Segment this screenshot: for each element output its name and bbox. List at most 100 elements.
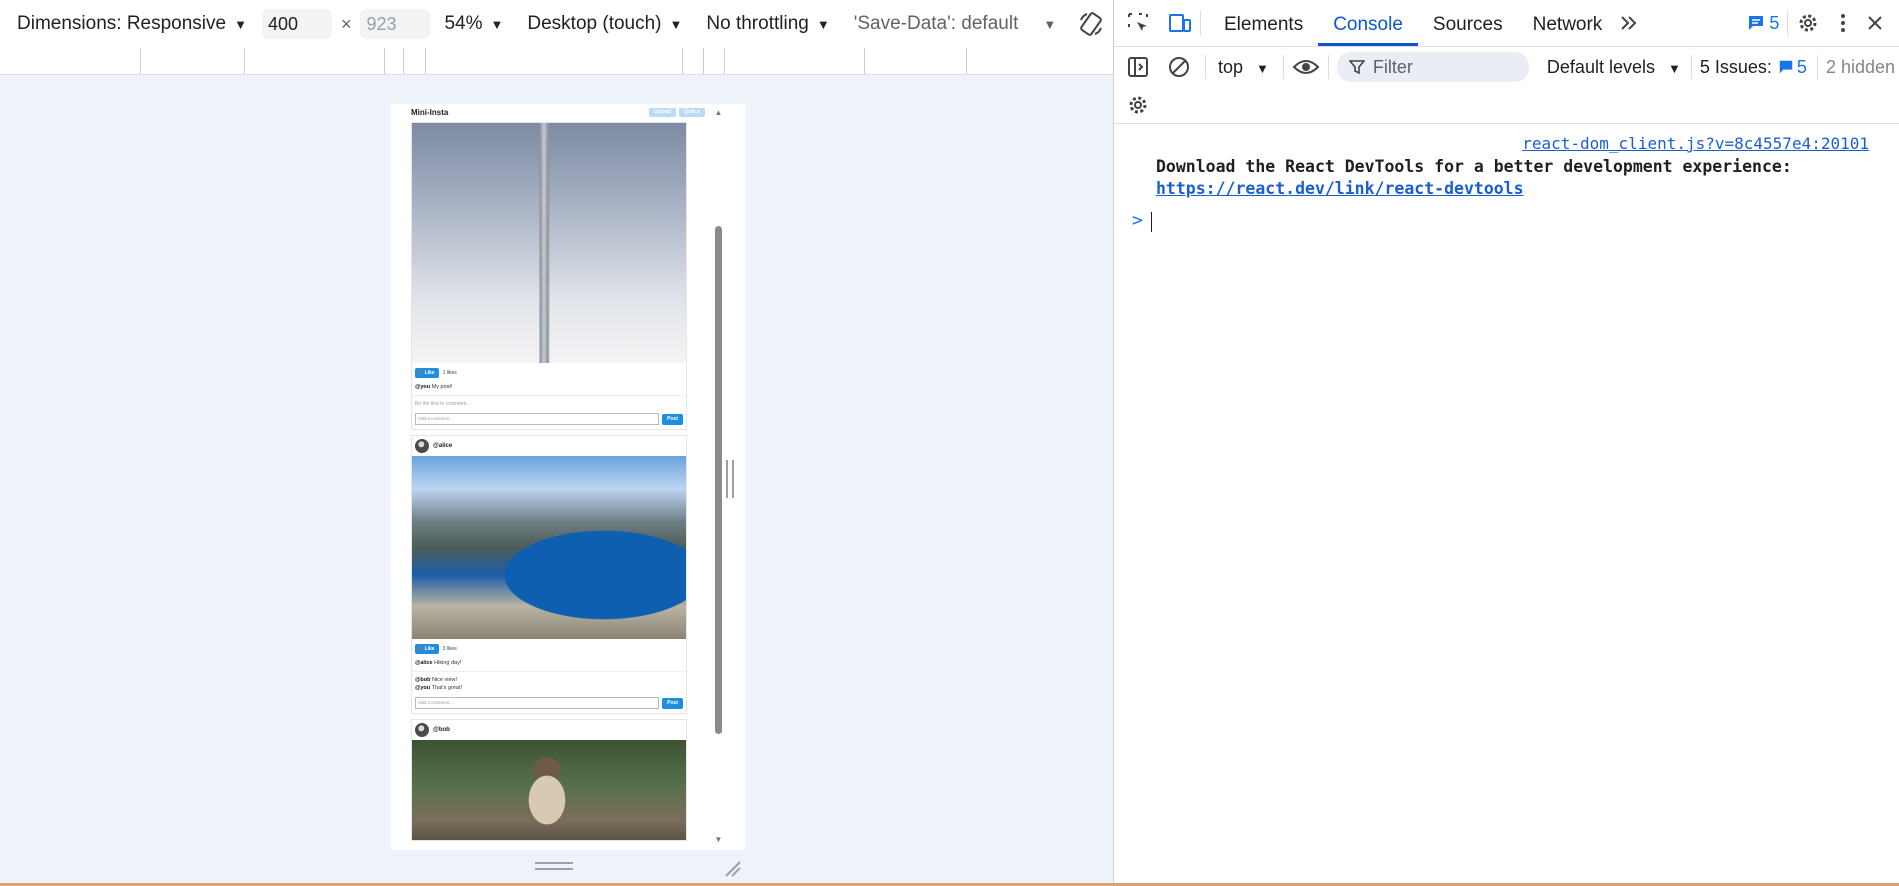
heart-icon: ♥ <box>419 646 423 652</box>
resize-handle-bottom[interactable] <box>535 862 573 870</box>
devtools-panel: Elements Console Sources Network 5 top ▼… <box>1113 0 1899 883</box>
console-toolbar: top ▼ Filter Default levels ▼ 5 Issues: … <box>1114 47 1899 87</box>
comment-input[interactable]: Add a comment... <box>415 413 660 425</box>
clear-console-icon[interactable] <box>1167 55 1191 79</box>
zoom-label: 54% <box>444 13 483 34</box>
user-button[interactable]: @alice <box>679 108 705 117</box>
comment: @bob Nice view! <box>412 676 686 684</box>
post-photo <box>412 456 686 639</box>
empty-comments-text: Be the first to comment. <box>415 401 468 407</box>
console-prompt-icon: > <box>1132 210 1143 231</box>
device-emulation-pane: Dimensions: Responsive ▼ 400 × 923 54% ▼… <box>0 0 1140 883</box>
react-devtools-link[interactable]: https://react.dev/link/react-devtools <box>1156 179 1524 198</box>
divider <box>412 395 686 396</box>
device-type-caret-icon: ▼ <box>669 16 683 32</box>
zoom-dropdown[interactable]: 54% ▼ <box>444 13 503 35</box>
settings-gear-icon[interactable] <box>1796 11 1820 35</box>
console-input-cursor[interactable] <box>1151 212 1152 232</box>
customize-more-icon[interactable] <box>1840 12 1846 34</box>
comment-form: Add a comment... Post <box>412 408 686 429</box>
rotate-icon[interactable] <box>1078 11 1104 37</box>
height-input[interactable]: 923 <box>360 9 431 39</box>
dimensions-dropdown[interactable]: Dimensions: Responsive ▼ <box>17 13 247 35</box>
like-label: Like <box>424 370 435 376</box>
comment-text: That's great! <box>431 685 462 691</box>
like-count: 1 likes <box>442 370 457 376</box>
console-message: Download the React DevTools for a better… <box>1156 156 1792 200</box>
issues-chat-icon <box>1779 60 1793 74</box>
hidden-count: 2 hidden <box>1825 56 1896 77</box>
caption-text: Hiking day! <box>434 660 462 666</box>
app-header: Mini-Insta Upload @alice <box>411 104 705 121</box>
save-data-dropdown[interactable]: 'Save-Data': default ▼ <box>854 13 1057 35</box>
log-levels-dropdown[interactable]: Default levels ▼ <box>1547 57 1681 78</box>
throttling-caret-icon: ▼ <box>816 16 830 32</box>
message-text: Download the React DevTools for a better… <box>1156 157 1792 176</box>
issues-link[interactable]: 5 Issues: 5 <box>1700 57 1807 78</box>
caption-username: @you <box>415 384 431 390</box>
close-devtools-icon[interactable] <box>1866 14 1884 32</box>
sidebar-toggle-icon[interactable] <box>1126 55 1150 79</box>
avatar[interactable] <box>415 439 429 453</box>
post-comment-button[interactable]: Post <box>662 413 683 425</box>
tab-sources[interactable]: Sources <box>1418 0 1518 46</box>
message-source-link[interactable]: react-dom_client.js?v=8c4557e4:20101 <box>1522 134 1869 153</box>
zoom-caret-icon: ▼ <box>490 16 504 32</box>
issues-message-icon[interactable] <box>1747 14 1765 32</box>
tab-elements[interactable]: Elements <box>1209 0 1318 46</box>
scroll-thumb[interactable] <box>715 226 722 734</box>
device-scrollbar[interactable]: ▲ ▼ <box>714 108 723 846</box>
caption-username: @alice <box>415 660 433 666</box>
scroll-down-icon[interactable]: ▼ <box>714 835 723 844</box>
comment-username: @bob <box>415 677 431 683</box>
tab-network[interactable]: Network <box>1518 0 1618 46</box>
like-button[interactable]: ♥ Like <box>415 368 439 378</box>
device-type-label: Desktop (touch) <box>527 13 662 34</box>
device-toolbar: Dimensions: Responsive ▼ 400 × 923 54% ▼… <box>0 0 1140 49</box>
save-data-label: 'Save-Data': default <box>853 13 1019 34</box>
width-input[interactable]: 400 <box>261 9 332 39</box>
device-toolbar-icon[interactable] <box>1168 11 1192 35</box>
post-caption: @you My post! <box>412 380 686 390</box>
live-expression-eye-icon[interactable] <box>1292 57 1320 77</box>
upload-button[interactable]: Upload <box>649 108 676 117</box>
post-username[interactable]: @alice <box>433 443 452 449</box>
dimensions-label: Dimensions: Responsive <box>17 13 227 34</box>
like-button[interactable]: ♥ Like <box>415 644 439 654</box>
console-settings-gear-icon[interactable] <box>1126 93 1150 117</box>
like-label: Like <box>424 646 435 652</box>
more-tabs-icon[interactable] <box>1619 13 1639 33</box>
issues-badge[interactable]: 5 <box>1769 13 1779 34</box>
scroll-up-icon[interactable]: ▲ <box>714 108 723 117</box>
filter-input[interactable]: Filter <box>1336 52 1529 82</box>
media-query-ruler[interactable] <box>0 48 1113 75</box>
issues-label: 5 Issues: <box>1699 56 1772 77</box>
log-levels-caret-icon: ▼ <box>1668 60 1681 76</box>
caption-text: My post! <box>431 384 453 390</box>
device-viewport: Mini-Insta Upload @alice ♥ Like 1 likes <box>391 104 745 850</box>
post-photo <box>412 123 686 363</box>
like-count: 3 likes <box>442 646 457 652</box>
inspect-element-icon[interactable] <box>1126 11 1150 35</box>
post-username[interactable]: @bob <box>433 727 450 733</box>
divider <box>412 671 686 672</box>
avatar[interactable] <box>415 723 429 737</box>
context-caret-icon: ▼ <box>1256 60 1269 76</box>
device-type-dropdown[interactable]: Desktop (touch) ▼ <box>527 13 682 35</box>
log-levels-label: Default levels <box>1546 56 1655 77</box>
context-selector[interactable]: top ▼ <box>1218 57 1269 78</box>
tab-console[interactable]: Console <box>1318 0 1418 46</box>
resize-corner-icon[interactable] <box>722 858 742 878</box>
post-comment-button[interactable]: Post <box>662 697 683 709</box>
heart-icon: ♥ <box>419 370 423 376</box>
post-card: @alice ♥ Like 3 likes @alice Hiking day! <box>411 435 687 714</box>
filter-placeholder: Filter <box>1372 56 1413 77</box>
context-label: top <box>1218 56 1244 77</box>
resize-handle-right[interactable] <box>726 460 734 498</box>
throttling-dropdown[interactable]: No throttling ▼ <box>706 13 829 35</box>
devtools-tabbar: Elements Console Sources Network 5 <box>1114 0 1899 47</box>
throttling-label: No throttling <box>706 13 809 34</box>
comment-input[interactable]: Add a comment... <box>415 697 660 709</box>
post-caption: @alice Hiking day! <box>412 656 686 666</box>
post-photo <box>412 740 686 840</box>
